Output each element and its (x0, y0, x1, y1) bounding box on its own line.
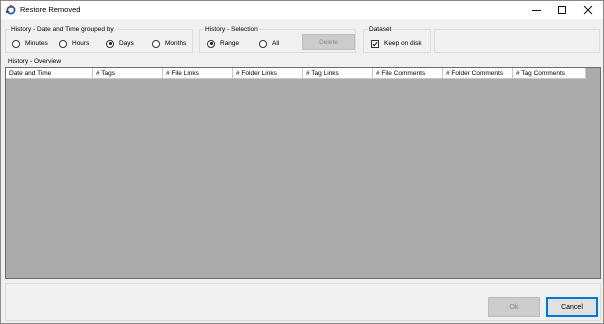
radio-months-dot[interactable] (152, 39, 160, 48)
radio-range-label: Range (220, 40, 240, 47)
radio-months[interactable]: Months (152, 39, 186, 48)
column-header-folder-comments[interactable]: # Folder Comments (443, 68, 513, 79)
radio-minutes-dot[interactable] (12, 39, 20, 48)
window-title: Restore Removed (20, 5, 81, 14)
cancel-button[interactable]: Cancel (546, 297, 598, 317)
radio-hours[interactable]: Hours (59, 39, 89, 48)
close-button[interactable] (575, 1, 601, 19)
grid-header-row: Date and Time # Tags # File Links # Fold… (6, 68, 586, 79)
selection-legend: History - Selection (204, 25, 259, 34)
column-header-tag-comments[interactable]: # Tag Comments (513, 68, 586, 79)
column-header-tag-links[interactable]: # Tag Links (303, 68, 373, 79)
close-icon (583, 5, 593, 15)
radio-range-dot[interactable] (207, 39, 215, 48)
dataset-group: Dataset Keep on disk (363, 25, 431, 53)
radio-days[interactable]: Days (106, 39, 134, 48)
column-header-file-comments[interactable]: # File Comments (373, 68, 443, 79)
date-grouping-group: History - Date and Time grouped by Minut… (5, 25, 193, 53)
date-grouping-legend: History - Date and Time grouped by (10, 25, 115, 34)
checkbox-checked-icon[interactable] (371, 39, 379, 48)
minimize-button[interactable] (523, 1, 549, 19)
column-header-folder-links[interactable]: # Folder Links (233, 68, 303, 79)
radio-minutes-label: Minutes (25, 40, 48, 47)
radio-all[interactable]: All (259, 39, 279, 48)
column-header-file-links[interactable]: # File Links (163, 68, 233, 79)
dataset-legend: Dataset (368, 25, 393, 34)
radio-days-label: Days (119, 40, 134, 47)
maximize-button[interactable] (549, 1, 575, 19)
minimize-icon (531, 9, 541, 11)
history-overview-label: History - Overview (8, 58, 62, 65)
ok-button[interactable]: Ok (488, 297, 540, 317)
restore-removed-window: Restore Removed History - Date and Time … (0, 0, 604, 324)
radio-days-dot[interactable] (106, 39, 114, 48)
radio-months-label: Months (165, 40, 187, 47)
radio-minutes[interactable]: Minutes (12, 39, 48, 48)
maximize-icon (558, 6, 566, 14)
empty-group-box (434, 29, 600, 53)
column-header-date-time[interactable]: Date and Time (6, 68, 93, 79)
radio-all-label: All (272, 40, 280, 47)
keep-on-disk-checkbox[interactable]: Keep on disk (371, 39, 422, 48)
selection-group: History - Selection Range All Delete (199, 25, 356, 53)
history-overview-grid[interactable]: Date and Time # Tags # File Links # Fold… (5, 67, 601, 279)
title-bar[interactable]: Restore Removed (1, 1, 603, 19)
keep-on-disk-label: Keep on disk (384, 40, 422, 47)
radio-range[interactable]: Range (207, 39, 239, 48)
app-logo-icon (6, 5, 16, 15)
radio-hours-dot[interactable] (59, 39, 67, 48)
radio-all-dot[interactable] (259, 39, 267, 48)
delete-button[interactable]: Delete (302, 34, 355, 50)
radio-hours-label: Hours (72, 40, 90, 47)
column-header-tags[interactable]: # Tags (93, 68, 163, 79)
